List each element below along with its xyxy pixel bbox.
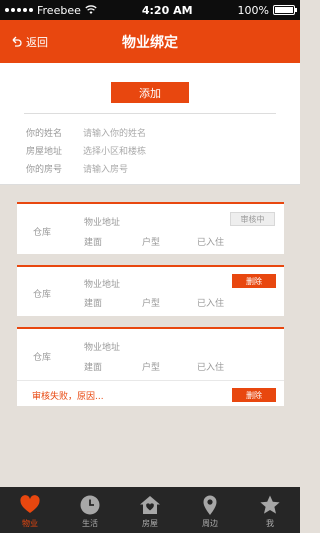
- status-right: 100%: [237, 3, 297, 17]
- tab-label: 生活: [82, 519, 98, 528]
- location-pin-icon: [203, 495, 217, 515]
- carrier-name: Freebee: [37, 3, 81, 17]
- card-unit-type: 户型: [142, 299, 161, 309]
- card-address: 物业地址: [84, 218, 121, 228]
- nav-bar: 返回 物业绑定: [0, 20, 300, 63]
- star-icon: [260, 495, 280, 514]
- address-label: 房屋地址: [26, 147, 63, 157]
- binding-form: 添加 你的姓名 请输入你的姓名 房屋地址 选择小区和楼栋 你的房号 请输入房号: [0, 63, 300, 185]
- address-select[interactable]: 选择小区和楼栋: [83, 144, 146, 157]
- card-warehouse: 仓库: [33, 228, 52, 238]
- back-label: 返回: [26, 35, 48, 49]
- signal-icon: [5, 8, 33, 12]
- card-address: 物业地址: [84, 343, 121, 353]
- tab-bar: 物业 生活 房屋 周边 我: [0, 487, 300, 533]
- room-input[interactable]: 请输入房号: [83, 162, 128, 175]
- house-icon: [140, 496, 160, 514]
- back-button[interactable]: 返回: [10, 20, 48, 63]
- card-building-area: 建面: [84, 238, 103, 248]
- battery-icon: [272, 5, 297, 15]
- delete-button[interactable]: 删除: [232, 388, 276, 402]
- status-badge: 审核中: [230, 212, 275, 226]
- tab-label: 房屋: [142, 519, 158, 528]
- card-occupied: 已入住: [197, 238, 225, 248]
- back-arrow-icon: [12, 36, 22, 47]
- address-field-row[interactable]: 房屋地址 选择小区和楼栋: [26, 144, 146, 157]
- tab-house[interactable]: 房屋: [120, 487, 180, 533]
- card-building-area: 建面: [84, 363, 103, 373]
- tab-life[interactable]: 生活: [60, 487, 120, 533]
- tab-label: 物业: [22, 519, 38, 528]
- property-card: 仓库 物业地址 建面 户型 已入住 审核中: [17, 202, 284, 254]
- status-left: Freebee: [5, 4, 97, 17]
- card-warehouse: 仓库: [33, 290, 52, 300]
- tab-nearby[interactable]: 周边: [180, 487, 240, 533]
- property-card: 仓库 物业地址 建面 户型 已入住 删除: [17, 265, 284, 316]
- wifi-icon: [85, 5, 97, 14]
- tab-label: 我: [266, 519, 274, 528]
- clock-icon: [80, 495, 100, 515]
- card-unit-type: 户型: [142, 238, 161, 248]
- status-bar: Freebee 4:20 AM 100%: [0, 0, 300, 20]
- battery-percent: 100%: [237, 3, 269, 17]
- card-divider: [17, 380, 284, 381]
- card-building-area: 建面: [84, 299, 103, 309]
- tab-label: 周边: [202, 519, 218, 528]
- delete-button[interactable]: 删除: [232, 274, 276, 288]
- room-label: 你的房号: [26, 165, 63, 175]
- card-occupied: 已入住: [197, 363, 225, 373]
- page-title: 物业绑定: [122, 34, 178, 51]
- card-address: 物业地址: [84, 280, 121, 290]
- fail-reason: 审核失败，原因...: [32, 392, 104, 402]
- add-button[interactable]: 添加: [111, 82, 189, 103]
- form-divider: [24, 113, 276, 114]
- property-card: 仓库 物业地址 建面 户型 已入住 审核失败，原因... 删除: [17, 327, 284, 406]
- heart-icon: [20, 495, 40, 513]
- status-time: 4:20 AM: [141, 3, 193, 17]
- room-field-row[interactable]: 你的房号 请输入房号: [26, 162, 128, 175]
- name-input[interactable]: 请输入你的姓名: [83, 126, 146, 139]
- card-unit-type: 户型: [142, 363, 161, 373]
- name-field-row[interactable]: 你的姓名 请输入你的姓名: [26, 126, 146, 139]
- name-label: 你的姓名: [26, 129, 63, 139]
- card-warehouse: 仓库: [33, 353, 52, 363]
- card-occupied: 已入住: [197, 299, 225, 309]
- tab-property[interactable]: 物业: [0, 487, 60, 533]
- tab-me[interactable]: 我: [240, 487, 300, 533]
